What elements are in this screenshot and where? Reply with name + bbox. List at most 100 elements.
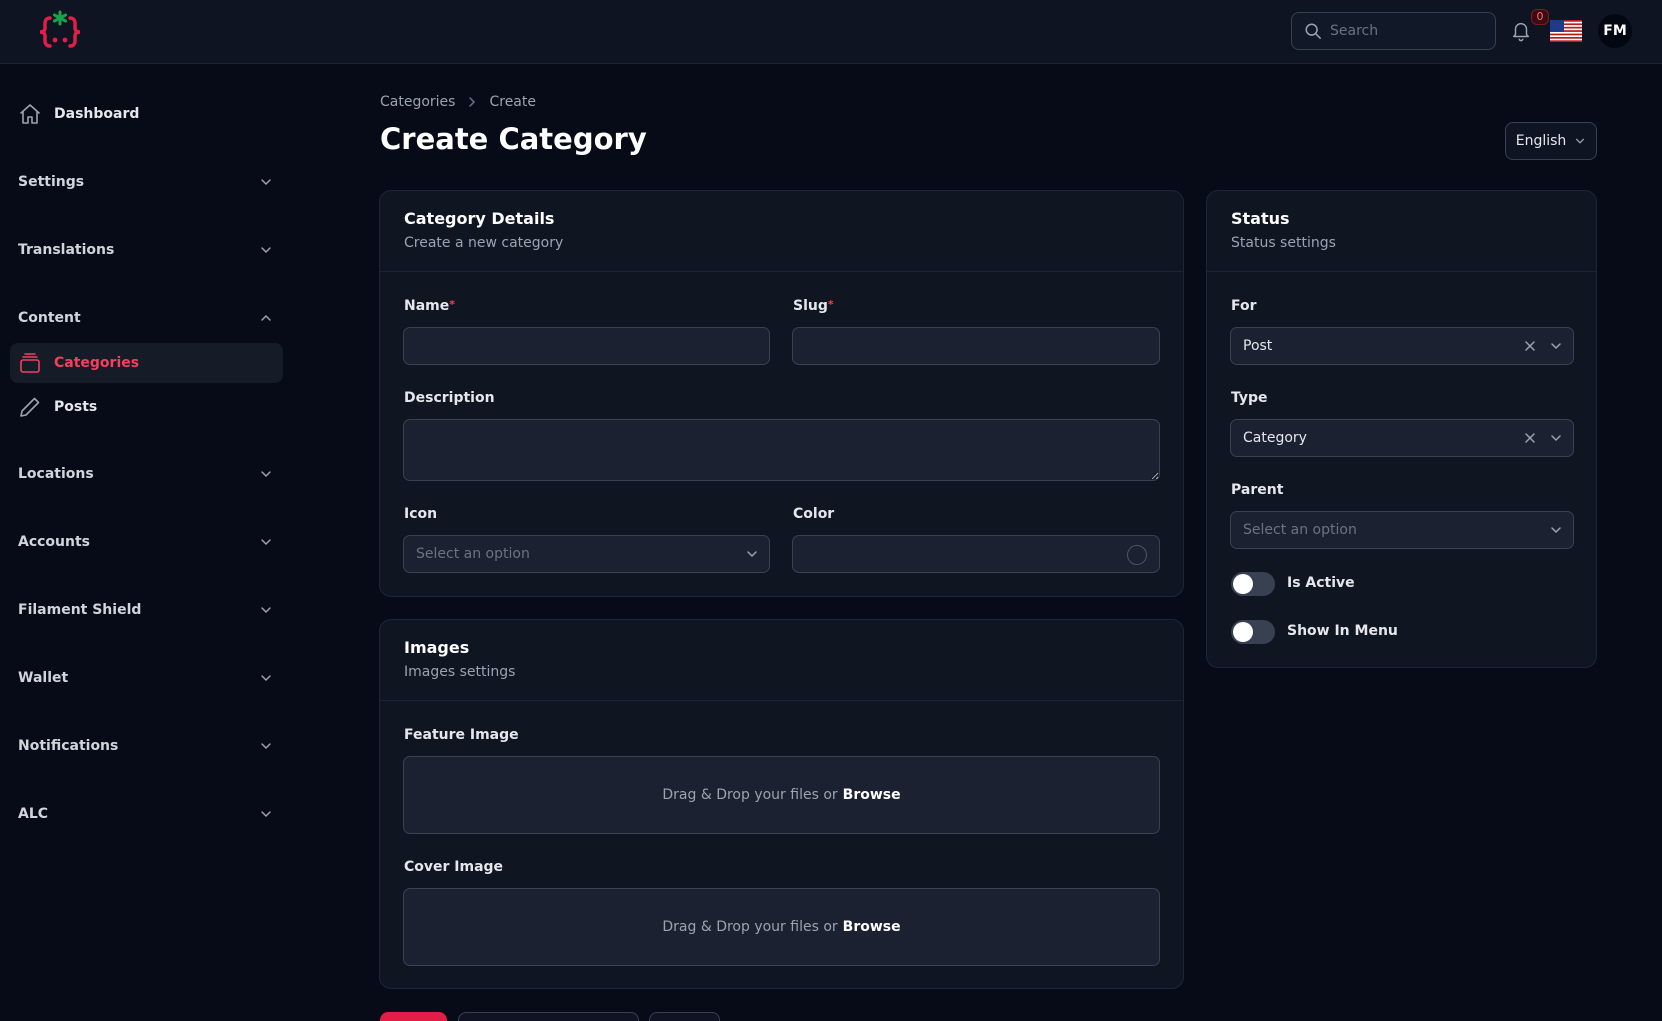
breadcrumb-link-categories[interactable]: Categories: [380, 94, 455, 110]
images-card: Images Images settings Feature Image Dra…: [379, 619, 1184, 989]
card-header: Status Status settings: [1207, 191, 1596, 272]
type-select[interactable]: Category: [1230, 419, 1574, 457]
sidebar-group-wallet[interactable]: Wallet: [18, 663, 273, 693]
is-active-toggle[interactable]: [1231, 572, 1275, 596]
search-icon: [1305, 23, 1321, 39]
sidebar-group-label: Accounts: [18, 534, 91, 550]
sidebar-group-content[interactable]: Content: [18, 303, 273, 333]
icon-select[interactable]: Select an option: [403, 535, 770, 573]
toggle-knob: [1233, 574, 1253, 594]
name-label: Name*: [404, 298, 455, 314]
chevron-down-icon: [261, 539, 271, 546]
pencil-icon: [20, 397, 40, 417]
for-select-value: Post: [1243, 338, 1273, 354]
sidebar-group-label: Settings: [18, 174, 85, 190]
cover-image-label: Cover Image: [404, 859, 504, 875]
chevron-right-icon: [469, 97, 476, 107]
sidebar-item-label: Categories: [54, 355, 140, 371]
sidebar-group-alc[interactable]: ALC: [18, 799, 273, 829]
slug-label-text: Slug: [793, 298, 828, 314]
sidebar-group-accounts[interactable]: Accounts: [18, 527, 273, 557]
parent-select-placeholder: Select an option: [1243, 522, 1357, 538]
card-header: Category Details Create a new category: [380, 191, 1183, 272]
page-title: Create Category: [380, 122, 647, 156]
icon-select-placeholder: Select an option: [416, 546, 530, 562]
chevron-down-icon: [1551, 435, 1561, 442]
name-input[interactable]: [403, 327, 770, 365]
sidebar-item-posts[interactable]: Posts: [10, 387, 283, 427]
description-textarea[interactable]: [403, 419, 1160, 481]
clear-icon[interactable]: [1523, 339, 1537, 353]
feature-image-label: Feature Image: [404, 727, 519, 743]
category-details-card: Category Details Create a new category N…: [379, 190, 1184, 597]
brand-logo-icon[interactable]: [36, 10, 84, 54]
card-title: Status: [1231, 209, 1290, 228]
feature-image-dropzone[interactable]: Drag & Drop your files or Browse: [403, 756, 1160, 834]
sidebar-group-label: Locations: [18, 466, 94, 482]
sidebar-item-dashboard[interactable]: Dashboard: [10, 94, 283, 134]
sidebar-item-label: Posts: [54, 399, 98, 415]
chevron-down-icon: [261, 179, 271, 186]
chevron-down-icon: [261, 471, 271, 478]
chevron-down-icon: [747, 551, 757, 558]
card-title: Images: [404, 638, 470, 657]
cancel-button[interactable]: [649, 1012, 720, 1021]
color-swatch[interactable]: [1127, 545, 1147, 565]
chevron-up-icon: [261, 314, 271, 321]
us-flag-icon[interactable]: [1550, 20, 1582, 42]
notification-count-badge: 0: [1531, 9, 1549, 25]
slug-input[interactable]: [792, 327, 1160, 365]
card-subtitle: Images settings: [404, 664, 516, 680]
type-label: Type: [1231, 390, 1268, 406]
sidebar: Dashboard Settings Translations Content …: [0, 64, 290, 1021]
sidebar-item-label: Dashboard: [54, 106, 140, 122]
sidebar-group-translations[interactable]: Translations: [18, 235, 273, 265]
required-marker: *: [827, 298, 834, 311]
sidebar-group-notifications[interactable]: Notifications: [18, 731, 273, 761]
chevron-down-icon: [261, 811, 271, 818]
name-label-text: Name: [404, 298, 450, 314]
create-button[interactable]: [380, 1012, 447, 1021]
sidebar-group-label: Filament Shield: [18, 602, 142, 618]
sidebar-group-label: ALC: [18, 806, 49, 822]
chevron-down-icon: [261, 675, 271, 682]
color-label: Color: [793, 506, 835, 522]
stack-icon: [20, 353, 40, 373]
breadcrumb-current: Create: [489, 94, 536, 110]
dropzone-text: Drag & Drop your files or: [662, 787, 838, 803]
slug-label: Slug*: [793, 298, 834, 314]
bell-icon[interactable]: [1510, 20, 1532, 42]
type-select-value: Category: [1243, 430, 1307, 446]
dropzone-text: Drag & Drop your files or: [662, 919, 838, 935]
for-select[interactable]: Post: [1230, 327, 1574, 365]
browse-link[interactable]: Browse: [843, 787, 901, 803]
sidebar-group-settings[interactable]: Settings: [18, 167, 273, 197]
chevron-down-icon: [1576, 138, 1585, 144]
chevron-down-icon: [261, 247, 271, 254]
chevron-down-icon: [261, 743, 271, 750]
sidebar-item-categories[interactable]: Categories: [10, 343, 283, 383]
is-active-label: Is Active: [1287, 575, 1355, 591]
user-avatar[interactable]: FM: [1598, 14, 1632, 48]
icon-label: Icon: [404, 506, 438, 522]
home-icon: [20, 104, 40, 124]
card-header: Images Images settings: [380, 620, 1183, 701]
language-label: English: [1515, 133, 1567, 149]
show-in-menu-toggle[interactable]: [1231, 620, 1275, 644]
cover-image-dropzone[interactable]: Drag & Drop your files or Browse: [403, 888, 1160, 966]
for-label: For: [1231, 298, 1257, 314]
status-card: Status Status settings For Post Type Cat…: [1206, 190, 1597, 668]
color-picker-field[interactable]: [792, 535, 1160, 573]
sidebar-group-filament-shield[interactable]: Filament Shield: [18, 595, 273, 625]
language-switcher[interactable]: English: [1505, 122, 1597, 160]
sidebar-group-label: Content: [18, 310, 81, 326]
card-subtitle: Status settings: [1231, 235, 1336, 251]
clear-icon[interactable]: [1523, 431, 1537, 445]
top-bar: 0 FM: [0, 0, 1662, 64]
browse-link[interactable]: Browse: [843, 919, 901, 935]
create-and-create-another-button[interactable]: [458, 1012, 639, 1021]
global-search[interactable]: [1291, 12, 1496, 50]
parent-select[interactable]: Select an option: [1230, 511, 1574, 549]
search-input[interactable]: [1330, 23, 1480, 39]
sidebar-group-locations[interactable]: Locations: [18, 459, 273, 489]
